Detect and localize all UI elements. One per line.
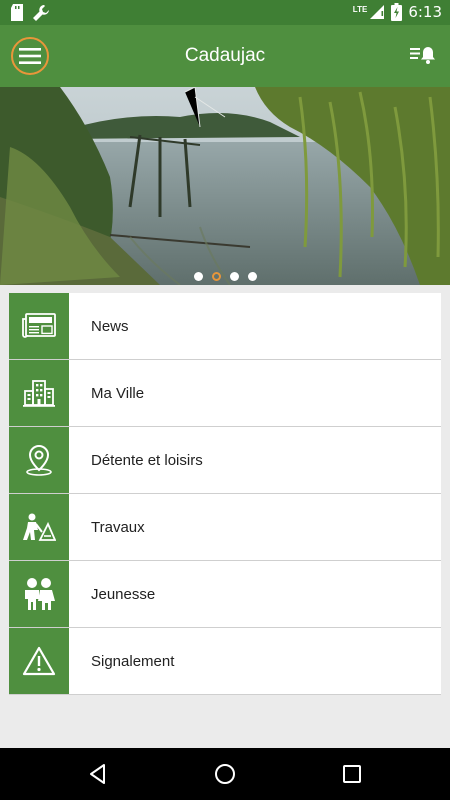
home-icon[interactable] (213, 762, 237, 786)
menu-item-label: Détente et loisirs (91, 451, 203, 469)
menu-item-travaux[interactable]: Travaux (9, 494, 441, 560)
hero-carousel[interactable] (0, 87, 450, 285)
battery-charging-icon (391, 3, 403, 21)
menu-item-icon-box (9, 360, 69, 426)
carousel-indicator (0, 272, 450, 281)
status-bar: LTE 6:13 (0, 0, 450, 25)
menu-item-label: News (91, 317, 129, 335)
notifications-button[interactable] (410, 44, 436, 68)
app-bar: Cadaujac (0, 25, 450, 87)
warning-icon (22, 646, 56, 676)
notification-list-icon (410, 47, 435, 64)
city-buildings-icon (23, 380, 55, 407)
carousel-dot[interactable] (193, 272, 203, 281)
river-landscape-image (0, 87, 450, 285)
menu-item-icon-box (9, 427, 69, 493)
recents-icon[interactable] (340, 762, 364, 786)
network-type-label: LTE (352, 4, 368, 14)
wrench-icon (33, 5, 49, 21)
sd-card-icon (11, 4, 23, 21)
menu-item-news[interactable]: News (9, 293, 441, 359)
menu-item-detente-et-loisirs[interactable]: Détente et loisirs (9, 427, 441, 493)
clock: 6:13 (408, 3, 442, 21)
menu-item-label: Signalement (91, 652, 175, 670)
menu-item-icon-box (9, 561, 69, 627)
menu-item-jeunesse[interactable]: Jeunesse (9, 561, 441, 627)
system-navigation-bar (0, 748, 450, 800)
newspaper-icon (22, 313, 56, 338)
menu-item-icon-box (9, 628, 69, 694)
carousel-dot[interactable] (229, 272, 239, 281)
menu-item-label: Jeunesse (91, 585, 156, 603)
menu-item-label: Travaux (91, 518, 145, 536)
menu-item-label: Ma Ville (91, 384, 145, 402)
carousel-dot-active[interactable] (211, 272, 221, 281)
carousel-dot[interactable] (247, 272, 257, 281)
menu-item-signalement[interactable]: Signalement (9, 628, 441, 694)
back-icon[interactable] (86, 762, 110, 786)
children-icon (25, 578, 55, 610)
signal-icon (370, 5, 385, 19)
app-title: Cadaujac (184, 45, 266, 66)
location-pin-icon (26, 444, 52, 476)
menu-item-icon-box (9, 494, 69, 560)
menu-item-icon-box (9, 293, 69, 359)
menu-item-ma-ville[interactable]: Ma Ville (9, 360, 441, 426)
main-menu-list: News Ma Ville Détente et loisirs Travaux… (9, 293, 441, 695)
roadwork-icon (23, 513, 56, 541)
